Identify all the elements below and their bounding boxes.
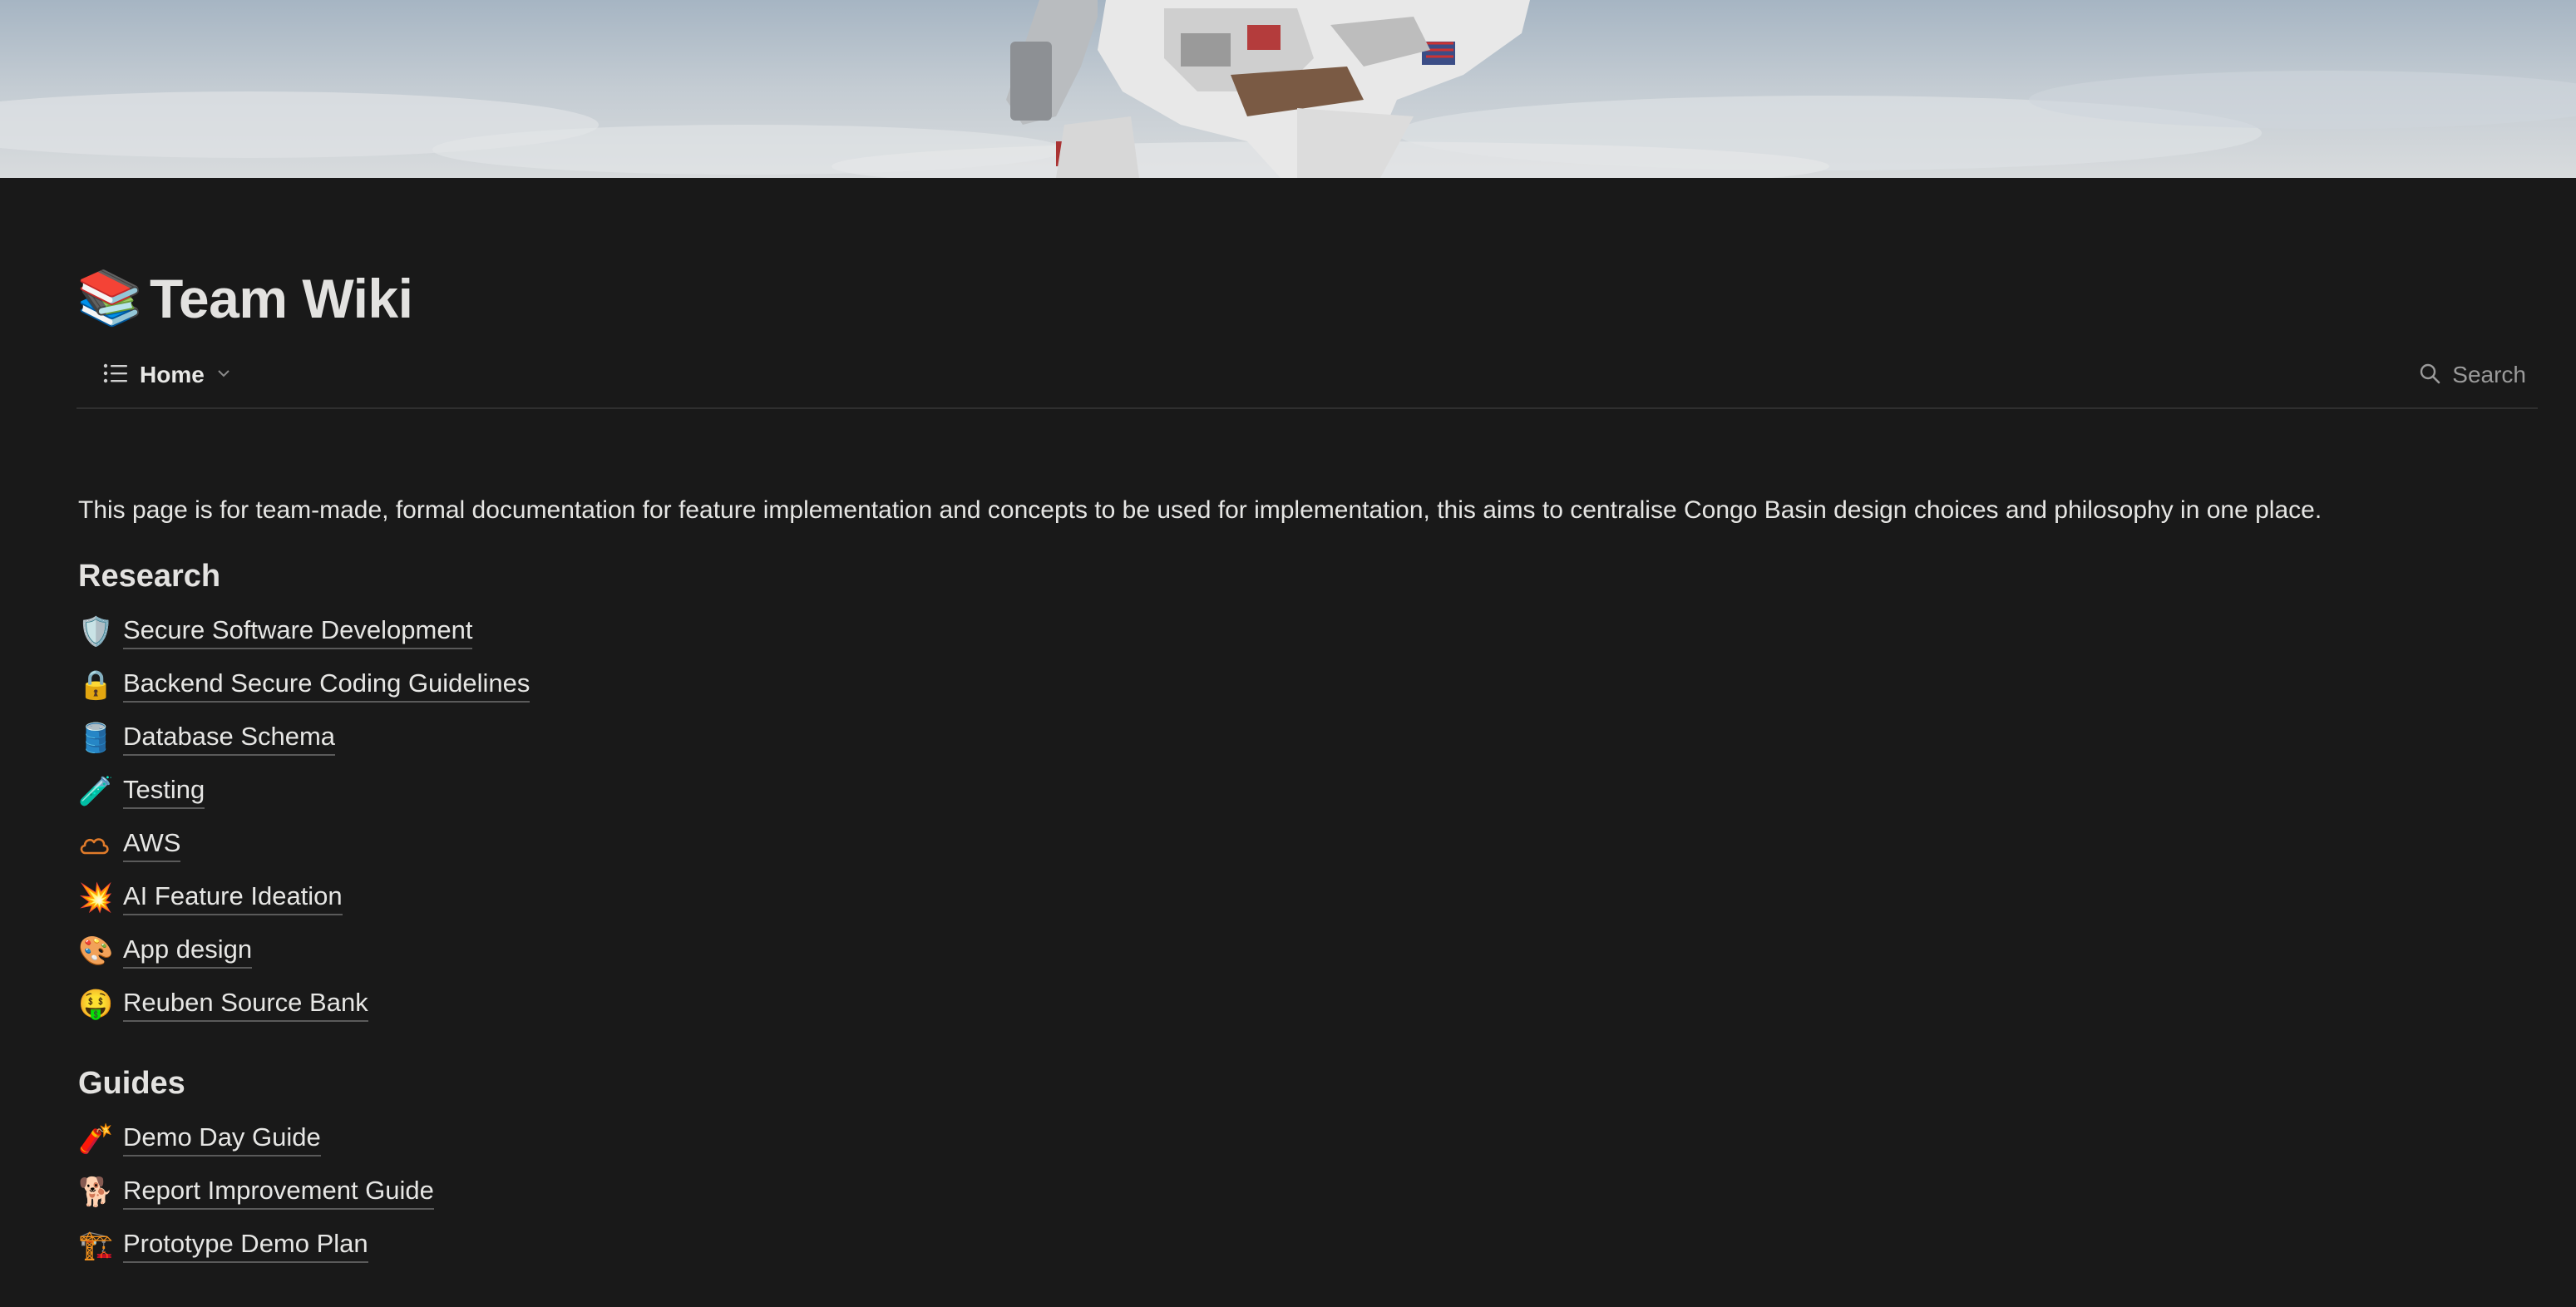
page-link[interactable]: Reuben Source Bank: [123, 987, 368, 1022]
chevron-down-icon: [216, 367, 231, 382]
list-item[interactable]: 🛢️ Database Schema: [78, 712, 530, 765]
list-item[interactable]: 🛡️ Secure Software Development: [78, 605, 530, 658]
astronaut-cover-illustration: [0, 0, 2576, 178]
research-list: 🛡️ Secure Software Development 🔒 Backend…: [78, 605, 530, 1031]
view-label: Home: [140, 362, 205, 387]
list-icon: [103, 363, 128, 388]
guides-heading: Guides: [78, 1066, 185, 1101]
page-link[interactable]: Backend Secure Coding Guidelines: [123, 668, 530, 703]
page-link[interactable]: App design: [123, 934, 253, 969]
cloud-icon: [78, 833, 123, 856]
list-item[interactable]: 🧪 Testing: [78, 765, 530, 818]
page-link[interactable]: AWS: [123, 827, 181, 862]
page-link[interactable]: Testing: [123, 774, 205, 809]
cover-image: [0, 0, 2576, 178]
search-label: Search: [2452, 362, 2526, 387]
page-link[interactable]: AI Feature Ideation: [123, 880, 343, 915]
list-item[interactable]: 🧨 Demo Day Guide: [78, 1112, 434, 1166]
guides-list: 🧨 Demo Day Guide 🐕 Report Improvement Gu…: [78, 1112, 434, 1272]
list-item[interactable]: 🎨 App design: [78, 925, 530, 978]
books-icon[interactable]: 📚: [76, 272, 145, 325]
guide-dog-icon: 🐕: [78, 1176, 114, 1209]
firecracker-icon: 🧨: [78, 1122, 114, 1156]
list-item[interactable]: 🏗️ Prototype Demo Plan: [78, 1219, 434, 1272]
research-heading: Research: [78, 559, 221, 594]
money-face-icon: 🤑: [78, 988, 114, 1021]
list-item[interactable]: 🤑 Reuben Source Bank: [78, 978, 530, 1031]
list-item[interactable]: 🐕 Report Improvement Guide: [78, 1166, 434, 1219]
page-header: 📚 Team Wiki: [76, 261, 413, 336]
page-link[interactable]: Report Improvement Guide: [123, 1175, 434, 1210]
page-title: Team Wiki: [150, 268, 413, 329]
list-item[interactable]: AWS: [78, 818, 530, 871]
page-link[interactable]: Secure Software Development: [123, 614, 473, 649]
list-item[interactable]: 💥 AI Feature Ideation: [78, 871, 530, 925]
lock-icon: 🔒: [78, 668, 114, 702]
database-icon: 🛢️: [78, 722, 114, 755]
page-link[interactable]: Prototype Demo Plan: [123, 1228, 368, 1263]
palette-icon: 🎨: [78, 935, 114, 968]
search-icon: [2419, 363, 2440, 388]
intro-paragraph: This page is for team-made, formal docum…: [78, 496, 2322, 524]
page-link[interactable]: Database Schema: [123, 721, 336, 756]
list-item[interactable]: 🔒 Backend Secure Coding Guidelines: [78, 658, 530, 712]
construction-crane-icon: 🏗️: [78, 1229, 114, 1262]
explosion-icon: 💥: [78, 881, 114, 915]
view-selector-home[interactable]: Home: [96, 354, 238, 396]
shield-icon: 🛡️: [78, 615, 114, 649]
database-view-bar: Home Search: [76, 344, 2538, 409]
page-link[interactable]: Demo Day Guide: [123, 1122, 321, 1157]
search-button[interactable]: Search: [2419, 354, 2526, 396]
test-tube-icon: 🧪: [78, 775, 114, 808]
